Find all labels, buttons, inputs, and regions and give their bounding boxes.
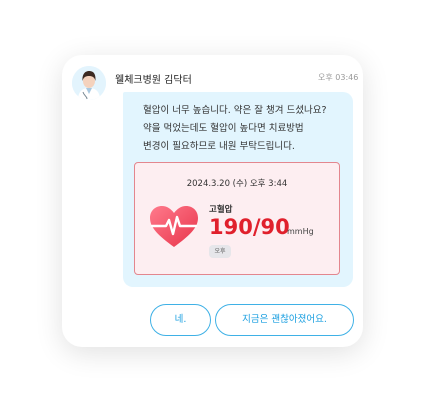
blood-pressure-value: 190/90 xyxy=(209,215,290,239)
blood-pressure-unit: mmHg xyxy=(287,227,314,236)
message-line-2: 약을 먹었는데도 혈압이 높다면 치료방법 xyxy=(143,123,304,134)
measurement-date: 2024.3.20 (수) 오후 3:44 xyxy=(186,179,288,189)
fine-now-reply-button[interactable]: 지금은 괜찮아졌어요. xyxy=(215,304,354,336)
message-line-3: 변경이 필요하므로 내원 부탁드립니다. xyxy=(143,141,295,152)
diagnosis-label: 고혈압 xyxy=(209,205,233,215)
sender-name: 웰체크병원 김닥터 xyxy=(115,75,192,86)
doctor-avatar-icon xyxy=(72,66,106,100)
yes-reply-button[interactable]: 네. xyxy=(150,304,211,336)
heart-pulse-icon xyxy=(150,206,198,247)
time-of-day-badge: 오후 xyxy=(209,245,231,258)
doctor-avatar xyxy=(72,66,106,100)
blood-pressure-card: 2024.3.20 (수) 오후 3:44 고혈압 190/90 mmHg 오후 xyxy=(134,162,340,275)
message-text: 혈압이 너무 높습니다. 약은 잘 챙겨 드셨나요? 약을 먹었는데도 혈압이 … xyxy=(143,102,348,156)
message-time: 오후 03:46 xyxy=(318,73,359,82)
message-line-1: 혈압이 너무 높습니다. 약은 잘 챙겨 드셨나요? xyxy=(143,105,327,116)
